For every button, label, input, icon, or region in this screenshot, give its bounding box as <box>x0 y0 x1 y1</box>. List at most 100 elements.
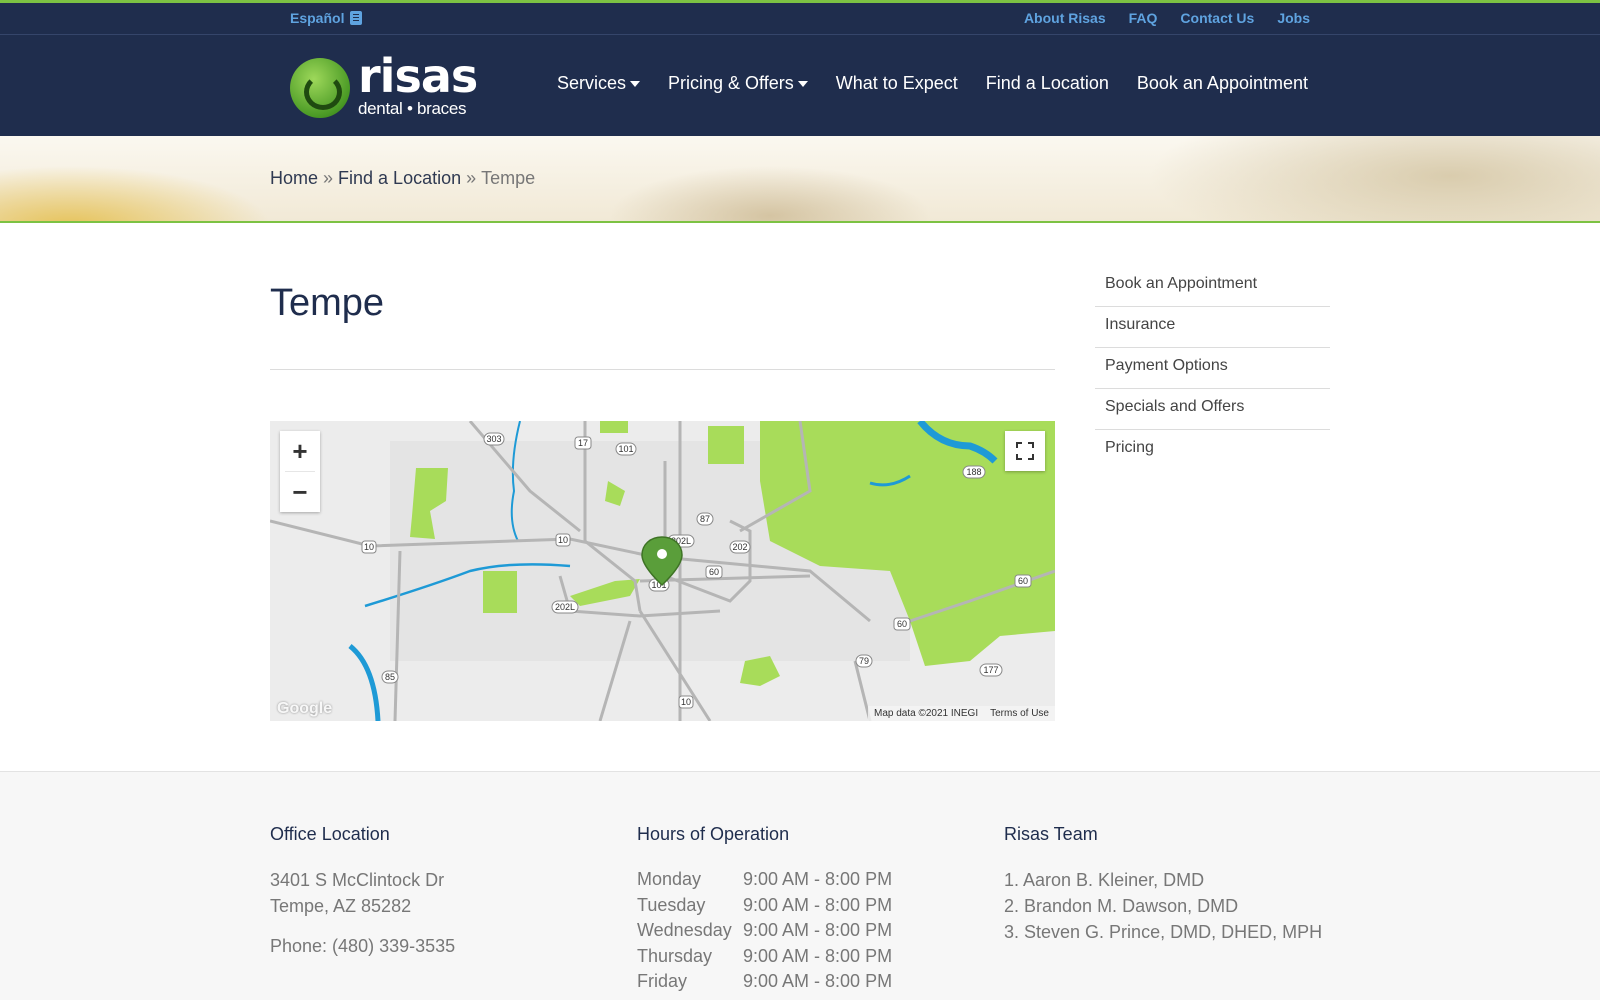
caret-down-icon <box>797 80 808 87</box>
map-canvas[interactable]: 303 17 101 87 202L 202 10 10 60 101 202L… <box>270 421 1055 721</box>
google-logo[interactable]: Google <box>277 700 332 718</box>
book-icon <box>350 11 363 25</box>
team-heading: Risas Team <box>1004 824 1098 844</box>
nav-services[interactable]: Services <box>557 73 640 94</box>
utility-links: About Risas FAQ Contact Us Jobs <box>1024 10 1310 26</box>
sidebar-item-insurance[interactable]: Insurance <box>1095 307 1330 348</box>
breadcrumb-separator: » <box>466 168 477 188</box>
shield-79: 79 <box>859 656 869 666</box>
hours-time: 9:00 AM - 8:00 PM <box>743 971 893 991</box>
hours-of-operation: Hours of Operation Monday 9:00 AM - 8:00… <box>637 824 892 995</box>
office-heading: Office Location <box>270 824 390 844</box>
hours-row: Friday 9:00 AM - 8:00 PM <box>637 969 892 995</box>
hours-row: Thursday 9:00 AM - 8:00 PM <box>637 944 892 970</box>
nav-book-appointment[interactable]: Book an Appointment <box>1137 73 1308 94</box>
page-title: Tempe <box>270 282 385 324</box>
address-line-1: 3401 S McClintock Dr <box>270 870 445 890</box>
shield-188: 188 <box>966 467 981 477</box>
sidebar-menu: Book an Appointment Insurance Payment Op… <box>1095 266 1330 471</box>
shield-60-east: 60 <box>897 619 907 629</box>
hours-time: 9:00 AM - 8:00 PM <box>743 894 893 915</box>
nav-find-label: Find a Location <box>985 73 1109 93</box>
map-lake <box>348 644 381 721</box>
team-member: 3. Steven G. Prince, DMD, DHED, MPH <box>1004 922 1323 942</box>
hours-day: Friday <box>637 971 688 991</box>
shield-87: 87 <box>700 514 710 524</box>
breadcrumb: Home » Find a Location » Tempe <box>270 168 535 189</box>
zoom-in-button[interactable]: + <box>280 431 320 471</box>
fullscreen-icon <box>1016 442 1034 460</box>
title-divider <box>270 369 1055 370</box>
zoom-controls: + − <box>280 431 320 512</box>
logo-tagline: dental • braces <box>358 99 467 118</box>
address-line-2: Tempe, AZ 85282 <box>270 896 412 916</box>
shield-177: 177 <box>983 665 998 675</box>
office-phone[interactable]: Phone: (480) 339-3535 <box>270 933 455 959</box>
footer: Office Location 3401 S McClintock Dr Tem… <box>0 771 1600 1000</box>
nav-find-location[interactable]: Find a Location <box>986 73 1109 94</box>
hours-row: Wednesday 9:00 AM - 8:00 PM <box>637 918 892 944</box>
risas-logo[interactable]: risas dental • braces <box>290 49 480 118</box>
logo-wordmark: risas <box>358 49 478 103</box>
hours-day: Tuesday <box>637 894 706 915</box>
breadcrumb-current: Tempe <box>481 168 536 188</box>
hours-day: Wednesday <box>637 920 732 940</box>
breadcrumb-home[interactable]: Home <box>270 168 318 189</box>
team-member: 2. Brandon M. Dawson, DMD <box>1004 896 1239 916</box>
nav-services-label: Services <box>556 73 626 93</box>
location-map[interactable]: 303 17 101 87 202L 202 10 10 60 101 202L… <box>270 421 1055 721</box>
shield-60: 60 <box>709 567 719 577</box>
utility-bar: Español About Risas FAQ Contact Us Jobs <box>0 0 1600 35</box>
caret-down-icon <box>630 80 640 87</box>
hours-day: Monday <box>637 869 702 889</box>
main-header: risas dental • braces Services Pricing &… <box>0 35 1600 136</box>
office-location: Office Location 3401 S McClintock Dr Tem… <box>270 824 455 959</box>
map-park <box>483 571 517 613</box>
breadcrumb-banner: Home » Find a Location » Tempe <box>0 136 1600 223</box>
logo-mark-icon <box>290 58 350 118</box>
nav-pricing-offers[interactable]: Pricing & Offers <box>668 73 808 94</box>
hours-time: 9:00 AM - 8:00 PM <box>743 920 893 940</box>
map-park <box>600 421 628 433</box>
nav-book-label: Book an Appointment <box>1136 73 1308 93</box>
language-label[interactable]: Español <box>290 10 344 26</box>
team-member: 1. Aaron B. Kleiner, DMD <box>1004 870 1205 890</box>
hours-heading: Hours of Operation <box>637 824 790 844</box>
link-contact[interactable]: Contact Us <box>1180 10 1254 26</box>
shield-101: 101 <box>618 444 633 454</box>
shield-202: 202 <box>732 542 747 552</box>
sidebar-item-book[interactable]: Book an Appointment <box>1095 266 1330 307</box>
shield-303: 303 <box>486 434 501 444</box>
hours-time: 9:00 AM - 8:00 PM <box>743 945 893 966</box>
main-nav: Services Pricing & Offers What to Expect… <box>557 73 1308 94</box>
zoom-out-button[interactable]: − <box>280 472 320 512</box>
shield-202l-south: 202L <box>555 602 575 612</box>
breadcrumb-separator: » <box>323 168 334 188</box>
map-data-credit: Map data ©2021 INEGI <box>874 708 979 719</box>
map-attribution: Map data ©2021 INEGI Terms of Use <box>868 706 1055 721</box>
link-faq[interactable]: FAQ <box>1129 10 1158 26</box>
sidebar-item-specials[interactable]: Specials and Offers <box>1095 389 1330 430</box>
sidebar-item-pricing[interactable]: Pricing <box>1095 430 1330 471</box>
sidebar-item-payment[interactable]: Payment Options <box>1095 348 1330 389</box>
hours-time: 9:00 AM - 8:00 PM <box>743 869 893 889</box>
breadcrumb-find-location[interactable]: Find a Location <box>338 168 461 189</box>
link-about[interactable]: About Risas <box>1024 10 1106 26</box>
nav-what-to-expect[interactable]: What to Expect <box>836 73 958 94</box>
shield-10-south: 10 <box>681 697 691 707</box>
nav-pricing-label: Pricing & Offers <box>668 73 794 93</box>
fullscreen-button[interactable] <box>1005 431 1045 471</box>
shield-85: 85 <box>385 672 395 682</box>
risas-team: Risas Team 1. Aaron B. Kleiner, DMD 2. B… <box>1004 824 1322 945</box>
nav-expect-label: What to Expect <box>835 73 958 93</box>
shield-10: 10 <box>558 535 568 545</box>
language-switch[interactable]: Español <box>290 10 363 26</box>
shield-17: 17 <box>578 438 588 448</box>
hours-day: Thursday <box>637 945 713 966</box>
shield-60-far-east: 60 <box>1018 576 1028 586</box>
shield-10-west: 10 <box>364 542 374 552</box>
map-park <box>708 426 744 464</box>
terms-of-use-link[interactable]: Terms of Use <box>990 708 1049 719</box>
hours-row: Tuesday 9:00 AM - 8:00 PM <box>637 893 892 919</box>
link-jobs[interactable]: Jobs <box>1277 10 1310 26</box>
